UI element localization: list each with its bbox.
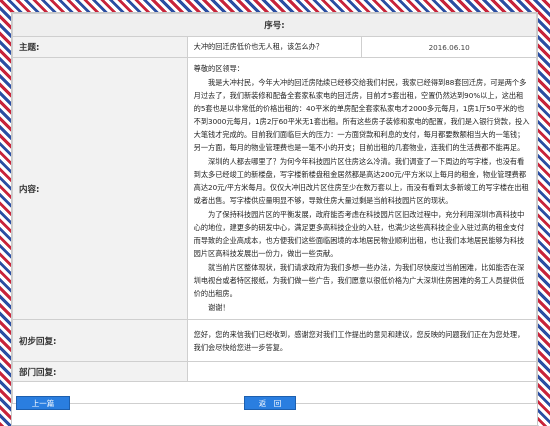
- subject-value: 大冲的回迁房低价也无人租，该怎么办？: [186, 36, 363, 58]
- letter-sheet: 序号: 主题: 大冲的回迁房低价也无人租，该怎么办？ 2016.06.10 内容…: [11, 12, 538, 426]
- subject-date: 2016.06.10: [361, 36, 537, 58]
- content-paragraph: 我是大冲村民，今年大冲的回迁房陆续已经移交给我们村民，我家已经得到88套回迁房，…: [193, 78, 530, 152]
- prev-article-button[interactable]: 上一篇: [16, 396, 70, 410]
- dept-reply-row: 部门回复:: [12, 361, 538, 382]
- content-paragraph: 为了保持科技园片区的平衡发展，政府能否考虑在科技园片区旧改过程中，充分利用深圳市…: [193, 210, 525, 258]
- dept-reply-label: 部门回复:: [12, 361, 188, 382]
- content-body: 尊敬的区领导： 我是大冲村民，今年大冲的回迁房陆续已经移交给我们村民，我家已经得…: [186, 57, 538, 320]
- content-row: 内容: 尊敬的区领导： 我是大冲村民，今年大冲的回迁房陆续已经移交给我们村民，我…: [12, 57, 538, 320]
- subject-label: 主题:: [12, 36, 188, 58]
- back-button[interactable]: 返 回: [244, 396, 296, 410]
- content-closing: 谢谢！: [208, 303, 230, 312]
- content-paragraph: 就当前片区整体现状，我们请求政府为我们多想一些办法，为我们尽快度过当前困难，比如…: [193, 263, 525, 298]
- header-row: 序号:: [12, 13, 537, 37]
- initial-reply-row: 初步回复: 您好，您的来信我们已经收到，感谢您对我们工作提出的意见和建议，您反映…: [12, 319, 538, 362]
- serial-label: 序号:: [12, 13, 537, 37]
- content-greeting: 尊敬的区领导：: [193, 64, 244, 73]
- letter-table: 序号: 主题: 大冲的回迁房低价也无人租，该怎么办？ 2016.06.10 内容…: [12, 13, 538, 404]
- dept-reply-text: [186, 361, 538, 382]
- content-label: 内容:: [12, 57, 188, 320]
- content-paragraph: 深圳的人都去哪里了？为何今年科技园片区住房这么冷清。我们调查了一下周边的写字楼，…: [193, 157, 529, 205]
- initial-reply-text: 您好，您的来信我们已经收到，感谢您对我们工作提出的意见和建议，您反映的问题我们正…: [186, 319, 538, 362]
- subject-row: 主题: 大冲的回迁房低价也无人租，该怎么办？ 2016.06.10: [12, 36, 537, 58]
- initial-reply-label: 初步回复:: [12, 319, 188, 362]
